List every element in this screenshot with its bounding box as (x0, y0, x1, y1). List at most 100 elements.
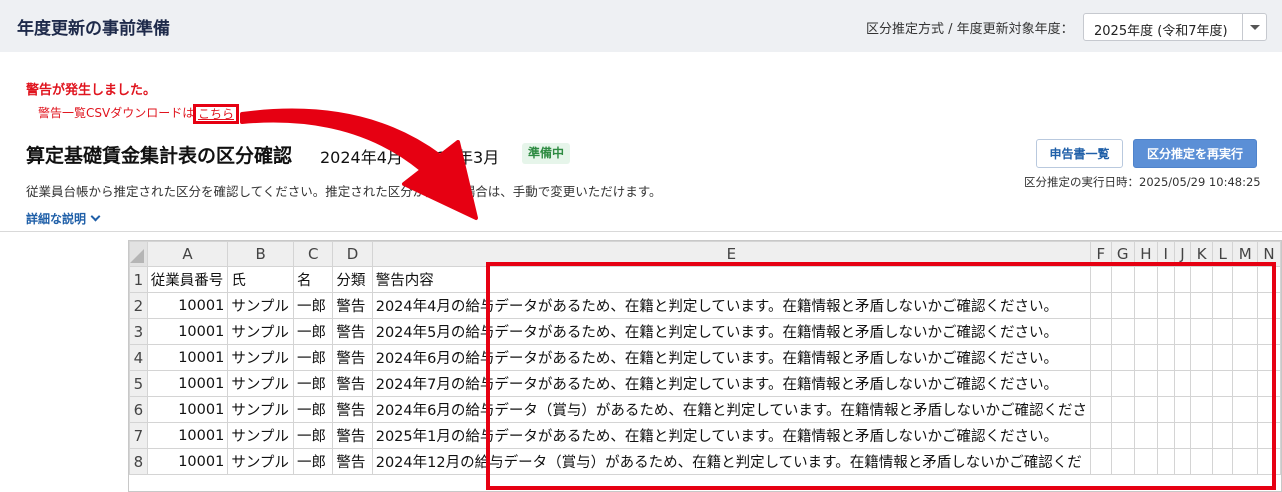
table-cell[interactable] (1190, 266, 1214, 293)
table-cell[interactable] (1110, 396, 1135, 423)
table-cell[interactable] (1173, 396, 1192, 423)
table-cell[interactable] (1256, 292, 1281, 319)
table-cell[interactable] (1156, 448, 1175, 475)
table-cell[interactable] (1173, 318, 1192, 345)
table-cell[interactable] (1089, 396, 1112, 423)
table-cell[interactable] (1232, 344, 1258, 371)
table-cell[interactable]: 10001 (146, 422, 229, 449)
table-cell[interactable] (1133, 266, 1158, 293)
table-cell[interactable] (1212, 422, 1234, 449)
table-cell[interactable] (1190, 292, 1214, 319)
table-cell[interactable] (1156, 344, 1175, 371)
column-header[interactable]: B (227, 241, 295, 267)
table-cell[interactable] (1232, 266, 1258, 293)
table-cell[interactable]: サンプル (227, 422, 295, 449)
table-cell[interactable] (1133, 422, 1158, 449)
table-cell[interactable] (1190, 396, 1214, 423)
table-cell[interactable] (1173, 344, 1192, 371)
table-cell[interactable] (1110, 422, 1135, 449)
table-cell[interactable]: 警告 (332, 370, 373, 397)
table-cell[interactable] (1173, 422, 1192, 449)
table-cell[interactable]: 警告 (332, 422, 373, 449)
table-cell[interactable] (1190, 422, 1214, 449)
table-cell[interactable] (1173, 448, 1192, 475)
column-header[interactable]: L (1212, 241, 1234, 267)
table-cell[interactable] (1110, 318, 1135, 345)
table-cell[interactable] (1133, 396, 1158, 423)
table-cell[interactable] (1089, 370, 1112, 397)
table-cell[interactable]: 警告 (332, 448, 373, 475)
column-header[interactable]: J (1173, 241, 1192, 267)
table-cell[interactable]: サンプル (227, 370, 295, 397)
table-cell[interactable] (1156, 266, 1175, 293)
table-cell[interactable]: 2024年6月の給与データ（賞与）があるため、在籍と判定しています。在籍情報と矛… (371, 396, 1091, 423)
table-cell[interactable] (1232, 448, 1258, 475)
row-header[interactable]: 8 (129, 448, 148, 475)
column-header[interactable]: C (293, 241, 334, 267)
column-header[interactable]: D (332, 241, 373, 267)
table-cell[interactable]: 名 (293, 266, 334, 293)
column-header[interactable]: N (1256, 241, 1281, 267)
column-header[interactable]: M (1232, 241, 1258, 267)
table-cell[interactable]: 2024年7月の給与データがあるため、在籍と判定しています。在籍情報と矛盾しない… (371, 370, 1091, 397)
table-cell[interactable] (1156, 422, 1175, 449)
table-cell[interactable] (1232, 292, 1258, 319)
table-cell[interactable] (1212, 318, 1234, 345)
table-cell[interactable] (1110, 448, 1135, 475)
row-header[interactable]: 1 (129, 266, 148, 293)
row-header[interactable]: 3 (129, 318, 148, 345)
table-cell[interactable] (1173, 292, 1192, 319)
table-cell[interactable] (1133, 344, 1158, 371)
table-cell[interactable]: サンプル (227, 448, 295, 475)
table-cell[interactable] (1232, 422, 1258, 449)
table-cell[interactable]: 警告 (332, 292, 373, 319)
column-header[interactable]: F (1089, 241, 1112, 267)
table-cell[interactable]: 2024年12月の給与データ（賞与）があるため、在籍と判定しています。在籍情報と… (371, 448, 1091, 475)
table-cell[interactable]: 一郎 (293, 448, 334, 475)
column-header[interactable]: A (146, 241, 229, 267)
table-cell[interactable] (1089, 266, 1112, 293)
table-cell[interactable] (1156, 396, 1175, 423)
table-cell[interactable] (1256, 370, 1281, 397)
table-cell[interactable] (1156, 318, 1175, 345)
row-header[interactable]: 5 (129, 370, 148, 397)
table-cell[interactable]: 一郎 (293, 318, 334, 345)
warning-csv-download-link[interactable]: こちら (193, 104, 239, 124)
table-cell[interactable]: サンプル (227, 344, 295, 371)
table-cell[interactable]: 10001 (146, 292, 229, 319)
table-cell[interactable]: 一郎 (293, 370, 334, 397)
table-cell[interactable]: 10001 (146, 318, 229, 345)
table-cell[interactable] (1133, 292, 1158, 319)
row-header[interactable]: 2 (129, 292, 148, 319)
row-header[interactable]: 6 (129, 396, 148, 423)
table-cell[interactable] (1156, 292, 1175, 319)
table-cell[interactable] (1133, 318, 1158, 345)
select-all-corner[interactable] (129, 241, 148, 267)
table-cell[interactable]: サンプル (227, 318, 295, 345)
table-cell[interactable] (1232, 370, 1258, 397)
table-cell[interactable]: 一郎 (293, 396, 334, 423)
table-cell[interactable]: 2024年6月の給与データがあるため、在籍と判定しています。在籍情報と矛盾しない… (371, 344, 1091, 371)
table-cell[interactable] (1212, 370, 1234, 397)
table-cell[interactable] (1110, 370, 1135, 397)
table-cell[interactable]: 10001 (146, 344, 229, 371)
table-cell[interactable] (1190, 344, 1214, 371)
table-cell[interactable]: 一郎 (293, 344, 334, 371)
table-cell[interactable] (1110, 292, 1135, 319)
table-cell[interactable] (1190, 318, 1214, 345)
table-cell[interactable] (1256, 448, 1281, 475)
table-cell[interactable] (1110, 266, 1135, 293)
column-header[interactable]: H (1133, 241, 1158, 267)
table-cell[interactable] (1212, 266, 1234, 293)
column-header[interactable]: G (1110, 241, 1135, 267)
table-cell[interactable] (1256, 422, 1281, 449)
table-cell[interactable] (1212, 292, 1234, 319)
table-cell[interactable]: 10001 (146, 370, 229, 397)
table-cell[interactable] (1190, 448, 1214, 475)
table-cell[interactable]: サンプル (227, 292, 295, 319)
table-cell[interactable]: 警告 (332, 344, 373, 371)
table-cell[interactable]: 2024年5月の給与データがあるため、在籍と判定しています。在籍情報と矛盾しない… (371, 318, 1091, 345)
table-cell[interactable]: 警告内容 (371, 266, 1091, 293)
table-cell[interactable] (1256, 396, 1281, 423)
table-cell[interactable]: 2024年4月の給与データがあるため、在籍と判定しています。在籍情報と矛盾しない… (371, 292, 1091, 319)
